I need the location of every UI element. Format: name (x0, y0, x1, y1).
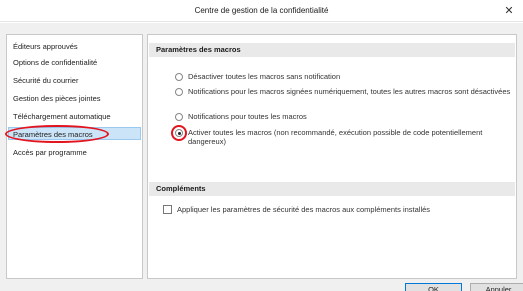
dialog-body: Éditeurs approuvés Options de confidenti… (0, 23, 523, 291)
radio-label: Notifications pour les macros signées nu… (188, 87, 511, 96)
radio-button-checked[interactable] (175, 129, 183, 137)
title-bar: Centre de gestion de la confidentialité … (0, 0, 523, 22)
sidebar-item-options-confidentialite[interactable]: Options de confidentialité (13, 56, 97, 69)
addins-section-header: Compléments (149, 182, 515, 196)
radio-label: Notifications pour toutes les macros (188, 112, 307, 121)
sidebar-item-acces-programme[interactable]: Accès par programme (13, 146, 87, 159)
radio-button[interactable] (175, 113, 183, 121)
sidebar-item-label: Paramètres des macros (13, 130, 93, 139)
cancel-button[interactable]: Annuler (470, 283, 523, 291)
radio-label: Désactiver toutes les macros sans notifi… (188, 72, 341, 81)
checkbox-label: Appliquer les paramètres de sécurité des… (177, 205, 431, 214)
sidebar-item-securite-courrier[interactable]: Sécurité du courrier (13, 74, 78, 87)
close-icon[interactable]: ✕ (497, 1, 521, 21)
sidebar-item-editeurs[interactable]: Éditeurs approuvés (13, 40, 78, 53)
radio-button[interactable] (175, 88, 183, 96)
sidebar: Éditeurs approuvés Options de confidenti… (5, 34, 143, 279)
sidebar-item-telechargement[interactable]: Téléchargement automatique (13, 110, 111, 123)
main-panel: Paramètres des macros Désactiver toutes … (147, 34, 517, 279)
radio-button[interactable] (175, 73, 183, 81)
macros-section-header: Paramètres des macros (149, 43, 515, 57)
sidebar-item-parametres-macros[interactable]: Paramètres des macros (5, 125, 141, 143)
ok-button[interactable]: OK (405, 283, 462, 291)
radio-label: Activer toutes les macros (non recommand… (188, 128, 483, 146)
window-title: Centre de gestion de la confidentialité (194, 6, 329, 15)
addins-checkbox[interactable] (163, 205, 172, 214)
sidebar-item-pieces-jointes[interactable]: Gestion des pièces jointes (13, 92, 101, 105)
